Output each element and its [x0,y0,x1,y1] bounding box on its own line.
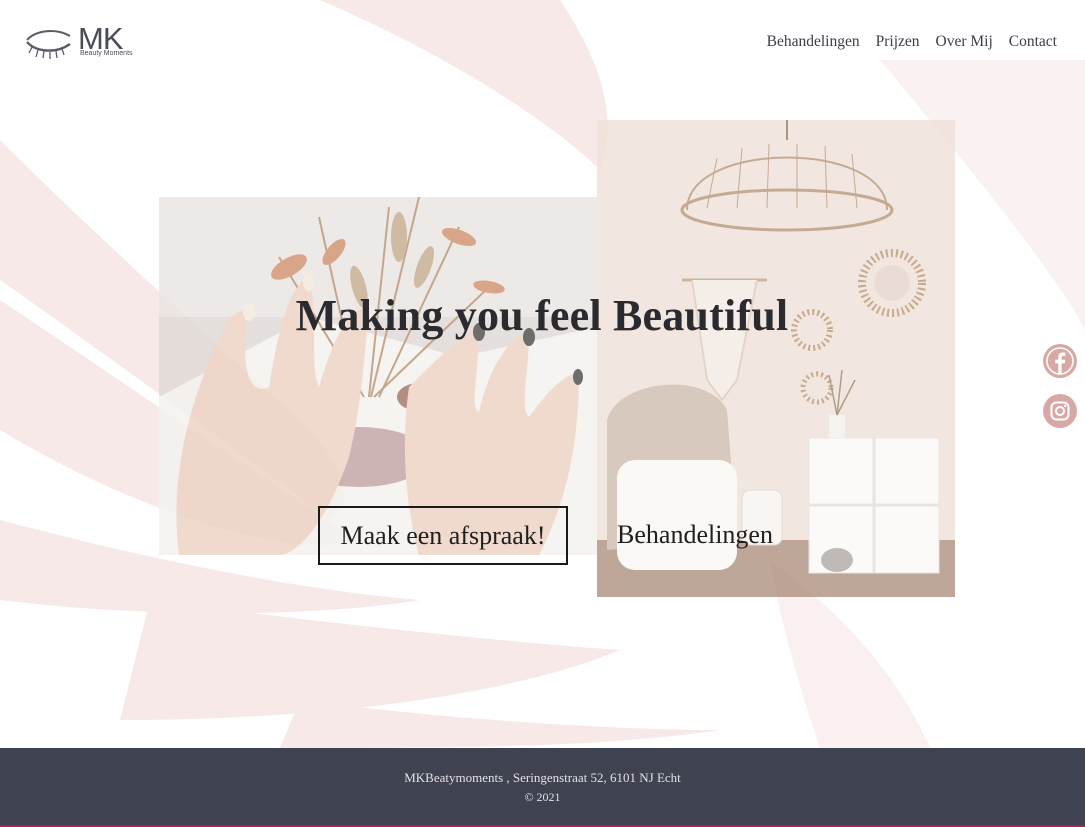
logo-tagline: Beauty Moments [80,50,133,57]
brand-logo[interactable]: MK Beauty Moments [24,21,136,62]
eyelash-icon [26,30,71,59]
site-footer: MKBeatymoments , Seringenstraat 52, 6101… [0,748,1085,827]
nav-link-behandelingen[interactable]: Behandelingen [767,33,860,51]
footer-copyright: © 2021 [524,790,561,804]
book-appointment-button[interactable]: Maak een afspraak! [318,506,568,565]
site-header: MK Beauty Moments Behandelingen Prijzen … [0,0,1085,86]
nav-link-over-mij[interactable]: Over Mij [936,33,993,51]
facebook-icon[interactable] [1043,344,1077,378]
hero-photo-nails [159,197,597,555]
hero-title: Making you feel Beautiful [295,291,789,340]
main-nav: Behandelingen Prijzen Over Mij Contact [767,33,1057,51]
nav-link-contact[interactable]: Contact [1009,33,1057,51]
treatments-button[interactable]: Behandelingen [612,506,778,564]
instagram-icon[interactable] [1043,394,1077,428]
footer-address: MKBeatymoments , Seringenstraat 52, 6101… [404,770,681,785]
nav-link-prijzen[interactable]: Prijzen [876,33,920,51]
